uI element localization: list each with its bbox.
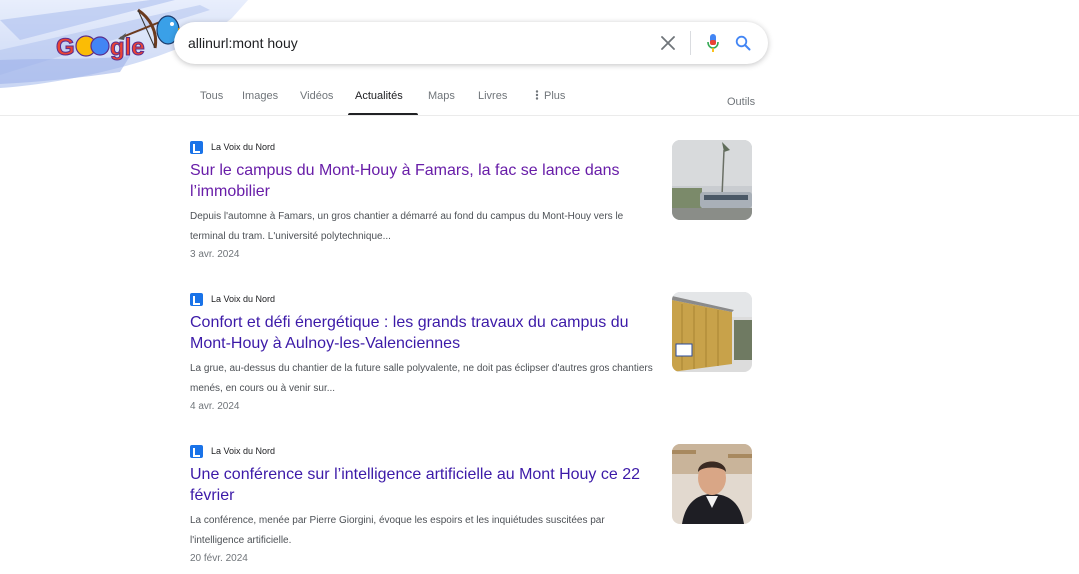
search-box	[174, 22, 768, 64]
tools-button[interactable]: Outils	[727, 96, 755, 108]
microphone-icon	[707, 34, 719, 52]
news-result: La Voix du Nord Une conférence sur l’int…	[190, 444, 660, 564]
portrait-thumbnail-image	[672, 444, 752, 524]
tab-more[interactable]: Plus	[534, 90, 565, 102]
svg-text:G: G	[56, 34, 75, 61]
search-icon	[735, 35, 751, 51]
source-name: La Voix du Nord	[211, 446, 276, 456]
header-divider	[0, 115, 1079, 116]
result-thumbnail[interactable]	[672, 140, 752, 220]
result-source[interactable]: La Voix du Nord	[190, 140, 660, 154]
tab-maps[interactable]: Maps	[428, 90, 455, 102]
close-icon	[661, 36, 675, 50]
tab-images[interactable]: Images	[242, 90, 278, 102]
tram-thumbnail-image	[672, 140, 752, 220]
result-title-link[interactable]: Sur le campus du Mont-Houy à Famars, la …	[190, 160, 660, 202]
result-date: 4 avr. 2024	[190, 401, 240, 412]
tab-books[interactable]: Livres	[478, 90, 507, 102]
source-favicon-icon	[190, 292, 203, 306]
result-date: 3 avr. 2024	[190, 249, 240, 260]
search-button[interactable]	[732, 32, 754, 54]
svg-text:gle: gle	[110, 34, 145, 61]
search-input[interactable]	[188, 33, 648, 53]
source-favicon-icon	[190, 140, 203, 154]
news-result: La Voix du Nord Sur le campus du Mont-Ho…	[190, 140, 660, 260]
news-result: La Voix du Nord Confort et défi énergéti…	[190, 292, 660, 412]
tab-all[interactable]: Tous	[200, 90, 223, 102]
result-snippet: Depuis l'automne à Famars, un gros chant…	[190, 211, 624, 242]
tab-news[interactable]: Actualités	[355, 90, 403, 102]
search-tabs: Tous Images Vidéos Actualités Maps Livre…	[0, 84, 1079, 116]
result-thumbnail[interactable]	[672, 444, 752, 524]
source-name: La Voix du Nord	[211, 142, 276, 152]
source-name: La Voix du Nord	[211, 294, 276, 304]
voice-search-button[interactable]	[702, 32, 724, 54]
result-thumbnail[interactable]	[672, 292, 752, 372]
source-favicon-icon	[190, 444, 203, 458]
result-snippet: La grue, au-dessus du chantier de la fut…	[190, 363, 653, 394]
building-thumbnail-image	[672, 292, 752, 372]
tab-more-label: Plus	[544, 90, 566, 102]
result-date: 20 févr. 2024	[190, 553, 248, 564]
result-snippet: La conférence, menée par Pierre Giorgini…	[190, 515, 605, 546]
result-source[interactable]: La Voix du Nord	[190, 292, 660, 306]
result-source[interactable]: La Voix du Nord	[190, 444, 660, 458]
more-vert-icon	[535, 90, 539, 100]
search-divider	[690, 31, 691, 55]
result-title-link[interactable]: Une conférence sur l’intelligence artifi…	[190, 464, 660, 506]
result-title-link[interactable]: Confort et défi énergétique : les grands…	[190, 312, 660, 354]
clear-search-button[interactable]	[657, 32, 679, 54]
tab-videos[interactable]: Vidéos	[300, 90, 333, 102]
